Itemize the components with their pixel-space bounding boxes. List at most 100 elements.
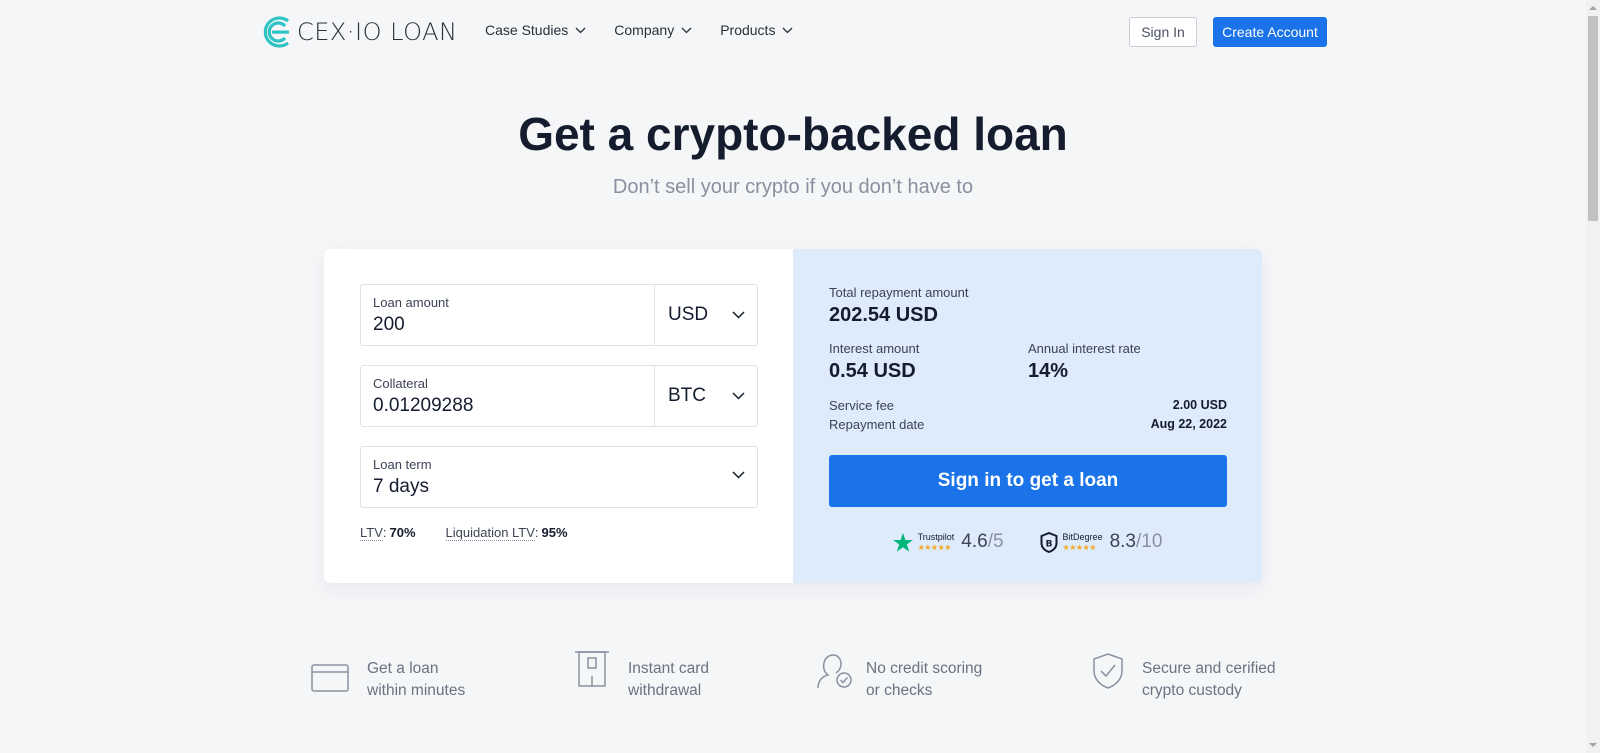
nav-label: Products: [720, 22, 776, 38]
interest-amount-label: Interest amount: [829, 341, 920, 356]
nav-case-studies[interactable]: Case Studies: [485, 22, 586, 38]
trustpilot-rating[interactable]: Trustpilot ★★★★★ 4.6/5: [892, 531, 1004, 553]
interest-amount: Interest amount 0.54 USD: [829, 341, 919, 383]
ltv-info: LTV:70% Liquidation LTV:95%: [360, 525, 757, 541]
loan-currency-value: USD: [668, 304, 709, 325]
feature-line1: Instant card: [628, 660, 709, 677]
bitdegree-brand: BitDegree ★★★★★: [1063, 532, 1103, 552]
loan-amount-field: Loan amount 200 USD: [360, 284, 758, 346]
repayment-date-row: Repayment date Aug 22, 2022: [829, 417, 1227, 432]
service-fee-row: Service fee 2.00 USD: [829, 398, 1227, 413]
chevron-down-icon: [732, 311, 745, 319]
loan-calculator-card: Loan amount 200 USD Collateral 0.0120928…: [324, 249, 1262, 583]
feature-line2: within minutes: [367, 682, 466, 699]
service-fee-label: Service fee: [829, 398, 895, 413]
page-scrollbar[interactable]: [1586, 0, 1600, 753]
feature-card-withdrawal: Instant card withdrawal: [574, 650, 709, 702]
sign-in-button[interactable]: Sign In: [1129, 17, 1197, 47]
ltv-item: LTV:70%: [360, 525, 416, 541]
ltv-label[interactable]: LTV: [360, 525, 383, 541]
scrollbar-thumb[interactable]: [1588, 16, 1598, 221]
chevron-down-icon: [681, 27, 692, 33]
bitdegree-stars: ★★★★★: [1062, 543, 1097, 552]
collateral-currency-select[interactable]: BTC: [654, 366, 757, 426]
feature-line1: Get a loan: [367, 660, 439, 677]
loan-form: Loan amount 200 USD Collateral 0.0120928…: [324, 249, 793, 583]
scroll-down-arrow-icon[interactable]: [1589, 741, 1597, 749]
card-icon: [311, 664, 349, 692]
feature-fast-loan: Get a loan within minutes: [311, 660, 465, 702]
loan-amount-label: Loan amount: [373, 295, 449, 310]
feature-text: Instant card withdrawal: [628, 658, 709, 702]
repayment-date-label: Repayment date: [829, 417, 925, 432]
liquidation-ltv-item: Liquidation LTV:95%: [445, 525, 568, 541]
bitdegree-score: 8.3/10: [1110, 531, 1163, 553]
feature-text: No credit scoring or checks: [866, 658, 982, 702]
feature-text: Get a loan within minutes: [367, 658, 465, 702]
nav-label: Case Studies: [485, 22, 569, 38]
total-repayment-label: Total repayment amount: [829, 285, 969, 300]
bitdegree-name: BitDegree: [1062, 532, 1103, 542]
cexio-loan-logo[interactable]: CEX·IO LOAN: [258, 16, 457, 48]
bitdegree-score-value: 8.3: [1109, 531, 1136, 552]
bitdegree-rating[interactable]: B BitDegree ★★★★★ 8.3/10: [1040, 531, 1163, 553]
feature-line2: crypto custody: [1142, 682, 1242, 699]
sign-in-to-get-loan-button[interactable]: Sign in to get a loan: [829, 455, 1227, 507]
trustpilot-score-value: 4.6: [961, 531, 988, 552]
nav-company[interactable]: Company: [614, 22, 692, 38]
chevron-down-icon: [782, 27, 793, 33]
annual-interest-rate: Annual interest rate 14%: [1028, 341, 1141, 383]
loan-currency-select[interactable]: USD: [654, 285, 757, 345]
collateral-input[interactable]: Collateral 0.01209288: [361, 366, 654, 426]
feature-line2: withdrawal: [628, 682, 702, 699]
loan-term-select[interactable]: Loan term 7 days: [360, 446, 758, 508]
feature-secure-custody: Secure and cerified crypto custody: [1092, 652, 1276, 702]
main-nav: Case Studies Company Products: [485, 22, 821, 38]
bitdegree-score-max: /10: [1136, 531, 1163, 552]
loan-term-main: Loan term 7 days: [361, 447, 757, 507]
annual-interest-rate-label: Annual interest rate: [1028, 341, 1141, 356]
loan-amount-value: 200: [373, 314, 405, 335]
collateral-value: 0.01209288: [373, 395, 474, 416]
collateral-currency-value: BTC: [668, 385, 706, 406]
loan-term-value: 7 days: [373, 476, 429, 497]
trustpilot-stars: ★★★★★: [917, 543, 952, 552]
feature-line1: Secure and cerified: [1142, 660, 1276, 677]
chevron-down-icon: [575, 27, 586, 33]
trustpilot-star-icon: [892, 532, 913, 552]
trustpilot-brand: Trustpilot ★★★★★: [918, 532, 955, 552]
liquidation-ltv-label[interactable]: Liquidation LTV: [445, 525, 535, 541]
repayment-date-value: Aug 22, 2022: [1150, 417, 1227, 431]
site-header: CEX·IO LOAN Case Studies Company Product…: [0, 0, 1586, 64]
trustpilot-score: 4.6/5: [961, 531, 1003, 553]
scroll-up-arrow-icon[interactable]: [1589, 4, 1597, 12]
annual-interest-rate-value: 14%: [1028, 360, 1069, 382]
chevron-down-icon: [732, 471, 745, 479]
svg-text:B: B: [1045, 539, 1052, 549]
total-repayment: Total repayment amount 202.54 USD: [829, 285, 968, 327]
hero-subtitle: Don’t sell your crypto if you don’t have…: [612, 176, 974, 198]
trustpilot-name: Trustpilot: [917, 532, 955, 542]
hero-title: Get a crypto-backed loan: [518, 108, 1068, 160]
ratings: Trustpilot ★★★★★ 4.6/5 B BitDegree ★★★★★…: [793, 531, 1262, 553]
feature-no-credit-check: No credit scoring or checks: [814, 652, 982, 702]
loan-summary: Total repayment amount 202.54 USD Intere…: [793, 249, 1262, 583]
shield-check-icon: [1093, 653, 1123, 689]
user-check-icon: [817, 654, 852, 689]
create-account-button[interactable]: Create Account: [1213, 17, 1327, 47]
interest-amount-value: 0.54 USD: [829, 360, 916, 382]
loan-amount-input[interactable]: Loan amount 200: [361, 285, 654, 345]
service-fee-value: 2.00 USD: [1172, 398, 1227, 412]
feature-line1: No credit scoring: [866, 660, 983, 677]
logo-wordmark: CEX·IO LOAN: [297, 18, 458, 46]
feature-text: Secure and cerified crypto custody: [1142, 658, 1276, 702]
chevron-down-icon: [732, 392, 745, 400]
loan-term-label: Loan term: [373, 457, 432, 472]
card-withdrawal-icon: [575, 651, 609, 687]
nav-label: Company: [614, 22, 675, 38]
cexio-logo-icon: [263, 16, 289, 48]
bitdegree-shield-icon: B: [1040, 531, 1058, 553]
ltv-value: 70%: [389, 525, 416, 540]
nav-products[interactable]: Products: [720, 22, 793, 38]
ltv-colon: :: [382, 525, 387, 540]
